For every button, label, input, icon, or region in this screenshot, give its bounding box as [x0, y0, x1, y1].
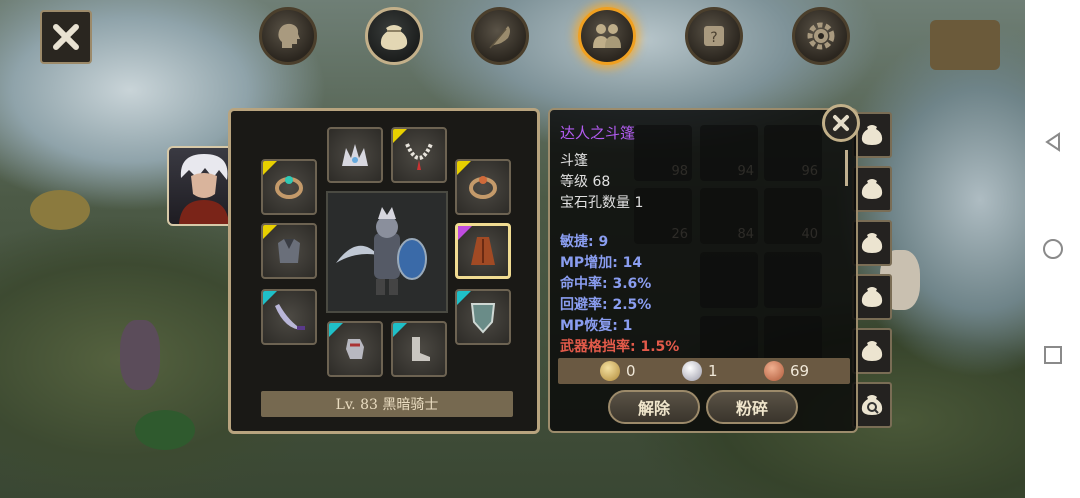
tab-character[interactable] — [259, 7, 317, 65]
helmet-slot[interactable] — [327, 127, 383, 183]
game-scene: ? Lv. 83 黑暗骑士 达人之斗篷 斗篷 等级 68 宝石孔数量 1 敏捷:… — [0, 0, 1025, 498]
rarity-marker — [393, 129, 407, 143]
tooltip-close-button[interactable] — [822, 104, 860, 142]
people-icon — [593, 24, 621, 48]
bag-icon — [861, 179, 883, 199]
search-bag-icon — [861, 395, 883, 415]
necklace-slot[interactable] — [391, 127, 447, 183]
item-type: 斗篷 — [560, 153, 588, 169]
shield-icon — [470, 303, 496, 334]
crown-helmet-icon — [342, 144, 368, 166]
svg-text:?: ? — [710, 30, 717, 46]
armor-icon — [278, 239, 300, 263]
tab-inventory[interactable] — [365, 7, 423, 65]
item-level: 等级 68 — [560, 174, 611, 190]
bag-search-tab[interactable] — [852, 382, 892, 428]
scroll-icon: ? — [704, 26, 724, 46]
stat-mp-recovery: MP恢复: 1 — [560, 318, 633, 334]
armor-slot[interactable] — [261, 223, 317, 279]
recents-icon[interactable] — [1042, 344, 1064, 366]
close-icon — [53, 24, 79, 50]
weapon-slot[interactable] — [261, 289, 317, 345]
ring-icon — [275, 176, 303, 199]
crate-decoration — [930, 20, 1000, 70]
home-icon[interactable] — [1042, 238, 1064, 260]
item-tooltip: 达人之斗篷 斗篷 等级 68 宝石孔数量 1 敏捷: 9 MP增加: 14 命中… — [548, 108, 858, 433]
socket-count: 宝石孔数量 1 — [560, 195, 644, 211]
bag-icon — [380, 25, 408, 50]
system-nav-bar — [1025, 0, 1080, 498]
sell-price-bar: 0 1 69 — [558, 358, 850, 384]
bag-tab-2[interactable] — [852, 166, 892, 212]
copper-value: 69 — [790, 362, 810, 380]
stat-weapon-block: 武器格挡率: 1.5% — [560, 339, 680, 355]
tab-quests[interactable]: ? — [685, 7, 743, 65]
close-icon — [833, 115, 849, 131]
bag-icon — [861, 287, 883, 307]
head-silhouette-icon — [278, 23, 300, 48]
tab-settings[interactable] — [792, 7, 850, 65]
shield-slot[interactable] — [455, 289, 511, 345]
rarity-marker — [263, 291, 277, 305]
bag-icon — [861, 125, 883, 145]
rarity-marker — [329, 323, 343, 337]
stat-mp-increase: MP增加: 14 — [560, 255, 643, 271]
equipment-panel: Lv. 83 黑暗骑士 — [228, 108, 540, 434]
crush-button[interactable]: 粉碎 — [706, 390, 798, 424]
back-icon[interactable] — [1042, 131, 1064, 153]
tab-party[interactable] — [578, 7, 636, 65]
close-button[interactable] — [40, 10, 92, 64]
dark-knight-sprite — [336, 207, 427, 295]
ring-left-slot[interactable] — [261, 159, 317, 215]
unequip-button[interactable]: 解除 — [608, 390, 700, 424]
copper-coin-icon — [764, 361, 784, 381]
bag-tab-3[interactable] — [852, 220, 892, 266]
rarity-marker — [263, 225, 277, 239]
tab-skills[interactable] — [471, 7, 529, 65]
ring-right-slot[interactable] — [455, 159, 511, 215]
scimitar-icon — [275, 304, 305, 330]
gear-icon — [807, 22, 835, 50]
gold-value: 0 — [626, 362, 636, 380]
rarity-marker — [263, 161, 277, 175]
gauntlet-icon — [346, 339, 364, 359]
bag-tab-5[interactable] — [852, 328, 892, 374]
stat-agility: 敏捷: 9 — [560, 234, 609, 250]
feather-icon — [489, 26, 510, 49]
pot-decoration — [30, 190, 90, 230]
necklace-icon — [405, 143, 433, 170]
silver-coin-icon — [682, 361, 702, 381]
stat-evasion: 回避率: 2.5% — [560, 297, 652, 313]
gold-coin-icon — [600, 361, 620, 381]
boots-slot[interactable] — [391, 321, 447, 377]
stat-hit-rate: 命中率: 3.6% — [560, 276, 652, 292]
rarity-marker — [393, 323, 407, 337]
npc-figure — [120, 320, 160, 390]
bag-icon — [861, 341, 883, 361]
boots-icon — [412, 337, 430, 361]
rarity-marker — [458, 226, 472, 240]
bush-decoration — [135, 410, 195, 450]
bag-icon — [861, 233, 883, 253]
rarity-marker — [457, 161, 471, 175]
character-level-label: Lv. 83 黑暗骑士 — [261, 391, 513, 417]
character-preview — [326, 191, 448, 313]
item-name: 达人之斗篷 — [560, 124, 636, 142]
cape-slot[interactable] — [455, 223, 511, 279]
tooltip-scrollbar[interactable] — [845, 150, 848, 186]
ring-icon — [469, 176, 497, 199]
bag-tab-4[interactable] — [852, 274, 892, 320]
rarity-marker — [457, 291, 471, 305]
silver-value: 1 — [708, 362, 718, 380]
gloves-slot[interactable] — [327, 321, 383, 377]
